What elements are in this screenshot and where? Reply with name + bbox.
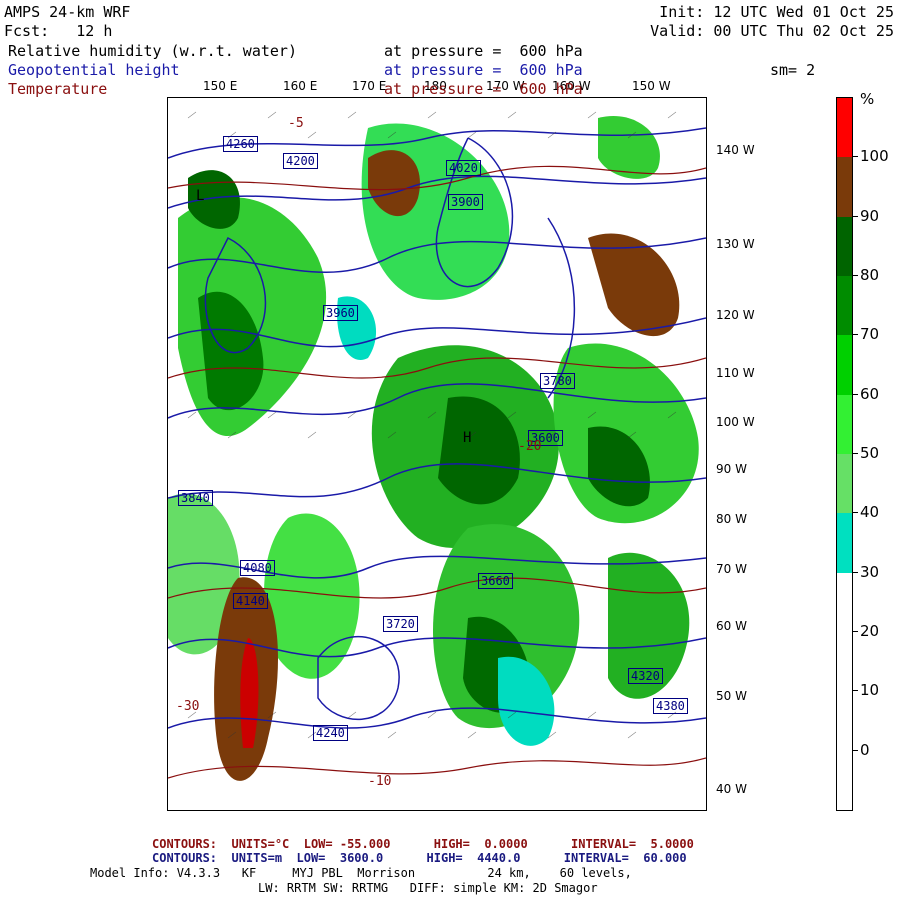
lat-label-80w: 80 W — [716, 512, 747, 526]
footer-physics: LW: RRTM SW: RRTMG DIFF: simple KM: 2D S… — [258, 881, 598, 895]
map-svg — [168, 98, 706, 810]
contour-label: 4240 — [313, 725, 348, 741]
low-marker: L — [196, 188, 205, 204]
lat-label-60w: 60 W — [716, 619, 747, 633]
lat-label-110w: 110 W — [716, 366, 755, 380]
contour-label: 3720 — [383, 616, 418, 632]
lat-label-50w: 50 W — [716, 689, 747, 703]
colorbar-segment — [837, 750, 852, 810]
colorbar-segment — [837, 276, 852, 336]
contour-label: 4200 — [283, 153, 318, 169]
forecast-hour: Fcst: 12 h — [4, 22, 113, 40]
footer-height-contours: CONTOURS: UNITS=m LOW= 3600.0 HIGH= 4440… — [152, 851, 687, 865]
lat-label-40w: 40 W — [716, 782, 747, 796]
field-temp-name: Temperature — [8, 80, 108, 98]
temp-label: -20 — [518, 439, 542, 454]
colorbar-tick — [852, 631, 858, 632]
field-rh-name: Relative humidity (w.r.t. water) — [8, 42, 297, 60]
smooth-label: sm= 2 — [770, 61, 816, 79]
colorbar-label: 10 — [860, 681, 880, 700]
colorbar-tick — [852, 275, 858, 276]
temp-label: -30 — [176, 699, 200, 714]
lat-label-120w: 120 W — [716, 308, 755, 322]
init-time: Init: 12 UTC Wed 01 Oct 25 — [659, 3, 894, 21]
colorbar-segment — [837, 98, 852, 158]
lat-label-130w: 130 W — [716, 237, 755, 251]
model-title: AMPS 24-km WRF — [4, 3, 131, 21]
colorbar — [836, 97, 853, 811]
field-rh-level: at pressure = 600 hPa — [384, 42, 583, 60]
contour-label: 3840 — [178, 490, 213, 506]
contour-label: 4320 — [628, 668, 663, 684]
colorbar-segment — [837, 394, 852, 454]
colorbar-tick — [852, 512, 858, 514]
weather-map: 4260 4200 4020 3900 3960 3780 3840 4080 … — [167, 97, 707, 811]
colorbar-label: 70 — [860, 325, 880, 344]
colorbar-segment — [837, 157, 852, 217]
contour-label: 4380 — [653, 698, 688, 714]
lat-label-70w: 70 W — [716, 562, 747, 576]
contour-label: 3900 — [448, 194, 483, 210]
colorbar-label: 90 — [860, 206, 880, 225]
contour-label: 4260 — [223, 136, 258, 152]
contour-label: 4020 — [446, 160, 481, 176]
colorbar-tick — [852, 215, 858, 217]
colorbar-tick — [852, 690, 858, 692]
lon-label-150e: 150 E — [203, 79, 238, 93]
temp-label: -10 — [368, 774, 392, 789]
field-temp-level: at pressure = 600 hPa — [384, 80, 583, 98]
colorbar-segment — [837, 632, 852, 692]
field-height-name: Geopotential height — [8, 61, 180, 79]
colorbar-tick — [852, 334, 858, 336]
contour-label: 4140 — [233, 593, 268, 609]
colorbar-segment — [837, 216, 852, 276]
footer-model-info: Model Info: V4.3.3 KF MYJ PBL Morrison 2… — [90, 866, 632, 880]
lat-label-100w: 100 W — [716, 415, 755, 429]
lon-label-150w: 150 W — [632, 79, 671, 93]
high-marker: H — [463, 430, 472, 446]
contour-label: 4080 — [240, 560, 275, 576]
contour-label: 3660 — [478, 573, 513, 589]
colorbar-segment — [837, 513, 852, 573]
colorbar-unit: % — [860, 90, 875, 108]
colorbar-tick — [852, 453, 858, 454]
colorbar-label: 50 — [860, 444, 880, 462]
colorbar-segment — [837, 691, 852, 751]
colorbar-label: 0 — [860, 740, 870, 759]
lon-label-170e: 170 E — [352, 79, 387, 93]
contour-label: 3780 — [540, 373, 575, 389]
colorbar-label: 40 — [860, 503, 880, 522]
colorbar-label: 100 — [860, 147, 889, 166]
colorbar-tick — [852, 156, 858, 158]
lat-label-90w: 90 W — [716, 462, 747, 476]
contour-label: 3960 — [323, 305, 358, 321]
colorbar-label: 80 — [860, 266, 880, 284]
colorbar-tick — [852, 749, 858, 751]
colorbar-tick — [852, 571, 858, 573]
lat-label-140w: 140 W — [716, 143, 755, 157]
colorbar-segment — [837, 454, 852, 514]
colorbar-segment — [837, 572, 852, 632]
temp-label: -5 — [288, 116, 304, 131]
colorbar-label: 20 — [860, 622, 880, 640]
footer-temp-contours: CONTOURS: UNITS=°C LOW= -55.000 HIGH= 0.… — [152, 837, 694, 851]
field-height-level: at pressure = 600 hPa — [384, 61, 583, 79]
colorbar-label: 30 — [860, 562, 880, 581]
colorbar-segment — [837, 335, 852, 395]
colorbar-label: 60 — [860, 384, 880, 403]
valid-time: Valid: 00 UTC Thu 02 Oct 25 — [650, 22, 894, 40]
lon-label-160e: 160 E — [283, 79, 318, 93]
colorbar-tick — [852, 393, 858, 395]
